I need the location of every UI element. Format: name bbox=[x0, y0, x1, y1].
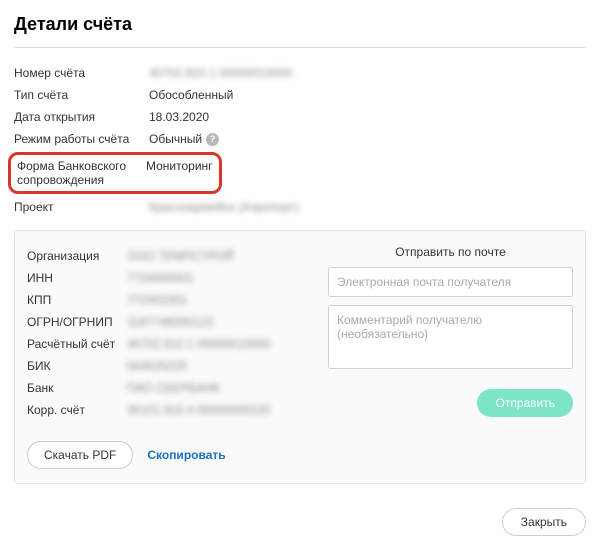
send-button[interactable]: Отправить bbox=[477, 389, 573, 417]
comment-textarea[interactable] bbox=[328, 305, 573, 369]
bik-value: 044525225 bbox=[127, 359, 187, 373]
row-project: Проект Красноармейск (Аэропорт) bbox=[14, 196, 586, 218]
row-bank-support-highlighted: Форма Банковского сопровождения Монитори… bbox=[8, 152, 222, 194]
account-type-label: Тип счёта bbox=[14, 88, 149, 102]
download-pdf-button[interactable]: Скачать PDF bbox=[27, 441, 133, 469]
kpp-label: КПП bbox=[27, 293, 127, 307]
page-title: Детали счёта bbox=[14, 14, 586, 35]
details-panel: ОрганизацияООО ТЕМПСТРОЙ ИНН7724000001 К… bbox=[14, 230, 586, 484]
row-mode: Режим работы счёта Обычный ? bbox=[14, 128, 586, 150]
right-actions: Отправить bbox=[328, 389, 573, 417]
copy-link[interactable]: Скопировать bbox=[147, 448, 225, 462]
left-actions: Скачать PDF Скопировать bbox=[27, 441, 316, 469]
mode-label: Режим работы счёта bbox=[14, 132, 149, 146]
row-account-type: Тип счёта Обособленный bbox=[14, 84, 586, 106]
ogrn-value: 1187746000123 bbox=[127, 315, 213, 329]
close-button[interactable]: Закрыть bbox=[502, 508, 586, 536]
account-type-value: Обособленный bbox=[149, 88, 233, 102]
bank-support-label: Форма Банковского сопровождения bbox=[17, 159, 146, 187]
bank-value: ПАО СБЕРБАНК bbox=[127, 381, 220, 395]
corr-label: Корр. счёт bbox=[27, 403, 127, 417]
project-label: Проект bbox=[14, 200, 149, 214]
bik-label: БИК bbox=[27, 359, 127, 373]
open-date-value: 18.03.2020 bbox=[149, 110, 209, 124]
bank-label: Банк bbox=[27, 381, 127, 395]
account-number-value: 40702 810 1 00000010000 bbox=[149, 66, 292, 80]
acc-value: 40702 810 1 00000010000 bbox=[127, 337, 270, 351]
org-label: Организация bbox=[27, 249, 127, 263]
org-value: ООО ТЕМПСТРОЙ bbox=[127, 249, 234, 263]
corr-value: 30101 810 4 00000000225 bbox=[127, 403, 270, 417]
footer: Закрыть bbox=[0, 494, 600, 550]
email-input[interactable] bbox=[328, 267, 573, 297]
account-number-label: Номер счёта bbox=[14, 66, 149, 80]
open-date-label: Дата открытия bbox=[14, 110, 149, 124]
row-open-date: Дата открытия 18.03.2020 bbox=[14, 106, 586, 128]
divider bbox=[14, 47, 586, 48]
inn-value: 7724000001 bbox=[127, 271, 194, 285]
row-account-number: Номер счёта 40702 810 1 00000010000 bbox=[14, 62, 586, 84]
org-section: ОрганизацияООО ТЕМПСТРОЙ ИНН7724000001 К… bbox=[27, 245, 316, 469]
mode-text: Обычный bbox=[149, 132, 202, 146]
send-title: Отправить по почте bbox=[328, 245, 573, 259]
help-icon[interactable]: ? bbox=[206, 133, 219, 146]
bank-support-value: Мониторинг bbox=[146, 159, 213, 173]
mode-value: Обычный ? bbox=[149, 132, 219, 146]
acc-label: Расчётный счёт bbox=[27, 337, 127, 351]
project-value: Красноармейск (Аэропорт) bbox=[149, 200, 299, 214]
inn-label: ИНН bbox=[27, 271, 127, 285]
send-section: Отправить по почте Отправить bbox=[328, 245, 573, 469]
ogrn-label: ОГРН/ОГРНИП bbox=[27, 315, 127, 329]
kpp-value: 772401001 bbox=[127, 293, 187, 307]
